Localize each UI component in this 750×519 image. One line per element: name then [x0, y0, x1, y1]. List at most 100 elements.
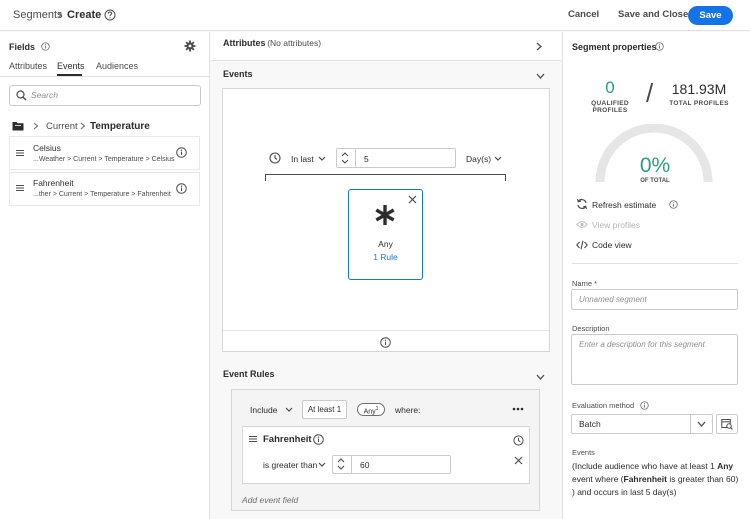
include-select[interactable]: Include — [250, 405, 277, 415]
chevron-down-icon[interactable] — [536, 374, 545, 380]
total-profiles-count: 181.93M — [671, 81, 727, 97]
folder-icon[interactable] — [12, 121, 24, 131]
summary-text-part: (Include audience who have at least 1 — [572, 461, 718, 471]
drag-handle-icon[interactable] — [16, 150, 24, 156]
field-item-celsius[interactable] — [9, 136, 200, 170]
segment-properties-title: Segment properties — [572, 42, 657, 52]
attributes-title: Attributes — [223, 38, 266, 48]
field-path-celsius: ...Weather > Current > Temperature > Cel… — [33, 156, 175, 163]
evaluation-method-label: Evaluation method — [572, 401, 635, 410]
events-summary-text: (Include audience who have at least 1 An… — [572, 460, 740, 499]
rule-field-name: Fahrenheit — [263, 434, 312, 445]
time-value: 5 — [364, 154, 369, 164]
time-mode-select[interactable]: In last — [291, 154, 314, 164]
path-chevron-icon — [80, 122, 86, 130]
chevron-down-icon[interactable] — [697, 421, 706, 427]
chevron-down-icon[interactable] — [318, 156, 326, 161]
close-icon[interactable] — [408, 195, 417, 204]
tab-attributes[interactable]: Attributes — [9, 61, 47, 71]
breadcrumb-chevron-icon — [57, 11, 63, 19]
code-icon[interactable] — [576, 240, 588, 250]
summary-text-part: event where ( — [572, 474, 624, 484]
chevron-right-icon[interactable] — [536, 42, 542, 51]
description-placeholder: Enter a description for this segment — [579, 340, 705, 349]
field-name-celsius: Celsius — [33, 143, 61, 153]
tabs-divider — [0, 76, 210, 77]
chevron-down-icon[interactable] — [536, 73, 545, 79]
rule-value: 60 — [360, 460, 370, 470]
field-path-fahrenheit: ...ther > Current > Temperature > Fahren… — [33, 191, 171, 198]
info-icon[interactable] — [176, 147, 187, 158]
fields-info-icon[interactable] — [41, 42, 50, 51]
add-event-field-link[interactable]: Add event field — [242, 495, 298, 505]
info-icon[interactable] — [655, 42, 664, 51]
time-value-stepper[interactable] — [336, 148, 456, 168]
evaluation-method-value: Batch — [579, 419, 601, 429]
field-name-fahrenheit: Fahrenheit — [33, 178, 74, 188]
cancel-button[interactable]: Cancel — [568, 9, 599, 20]
chevron-down-icon[interactable] — [494, 156, 502, 161]
operator-select[interactable]: is greater than — [263, 460, 317, 470]
select-divider — [690, 415, 691, 433]
event-rules-title: Event Rules — [223, 369, 275, 379]
qualified-profiles-count: 0 — [605, 78, 615, 97]
info-icon[interactable] — [380, 337, 391, 348]
events-title: Events — [223, 69, 253, 79]
percent-of-total: 0% — [639, 154, 671, 177]
gear-icon[interactable] — [184, 40, 196, 52]
more-icon[interactable] — [512, 407, 524, 411]
stepper-arrows-icon[interactable] — [337, 457, 345, 471]
description-label: Description — [572, 324, 610, 333]
help-icon[interactable] — [104, 9, 116, 21]
qualified-profiles-label: QUALIFIED PROFILES — [591, 100, 629, 114]
drag-handle-icon[interactable] — [16, 185, 24, 191]
tab-events[interactable]: Events — [57, 61, 85, 71]
info-icon[interactable] — [176, 183, 187, 194]
properties-divider — [572, 263, 738, 264]
view-profiles-button[interactable]: View profiles — [592, 220, 640, 230]
of-total-label: OF TOTAL — [640, 178, 670, 184]
canvas-footer-divider — [223, 330, 549, 331]
time-bracket — [265, 174, 506, 181]
drag-handle-icon[interactable] — [249, 436, 257, 442]
refresh-icon[interactable] — [576, 198, 588, 210]
fields-title: Fields — [9, 42, 36, 52]
eye-icon — [576, 220, 588, 229]
total-profiles-label: TOTAL PROFILES — [669, 100, 729, 107]
info-icon[interactable] — [669, 200, 678, 209]
stepper-arrows-icon[interactable] — [341, 151, 349, 165]
info-icon[interactable] — [313, 434, 324, 445]
code-view-button[interactable]: Code view — [592, 240, 632, 250]
tab-audiences[interactable]: Audiences — [96, 61, 138, 71]
attributes-subtitle: - (No attributes) — [262, 38, 322, 48]
clock-icon[interactable] — [513, 435, 524, 446]
save-button[interactable]: Save — [688, 6, 733, 25]
close-icon[interactable] — [514, 456, 523, 465]
segment-name-placeholder: Unnamed segment — [579, 295, 647, 304]
summary-field-name: Fahrenheit — [623, 474, 667, 484]
any-card-label: Any — [378, 239, 393, 249]
chevron-down-icon[interactable] — [285, 407, 293, 412]
path-chevron-icon — [33, 122, 39, 130]
breadcrumb-create: Create — [67, 9, 102, 21]
info-icon[interactable] — [640, 401, 649, 410]
save-and-close-button[interactable]: Save and Close — [618, 9, 688, 20]
events-summary-label: Events — [572, 448, 595, 457]
breadcrumb-segments[interactable]: Segments — [13, 9, 63, 21]
stepper-divider — [355, 149, 356, 167]
name-label: Name * — [572, 279, 598, 288]
search-placeholder: Search — [31, 90, 58, 100]
rule-count-link[interactable]: 1 Rule — [348, 252, 423, 262]
stepper-divider — [351, 456, 352, 473]
time-unit-select[interactable]: Day(s) — [466, 154, 491, 164]
path-current[interactable]: Current — [46, 121, 78, 132]
any-pill[interactable]: Any1 — [357, 403, 385, 416]
chevron-down-icon[interactable] — [318, 462, 326, 467]
calendar-search-icon — [721, 418, 733, 430]
rule-value-stepper[interactable] — [332, 455, 451, 474]
search-icon — [16, 90, 27, 101]
summary-event-name: Any — [717, 461, 734, 471]
where-label: where: — [395, 405, 421, 415]
refresh-estimate-button[interactable]: Refresh estimate — [592, 200, 656, 210]
at-least-button[interactable]: At least 1 — [302, 400, 347, 419]
